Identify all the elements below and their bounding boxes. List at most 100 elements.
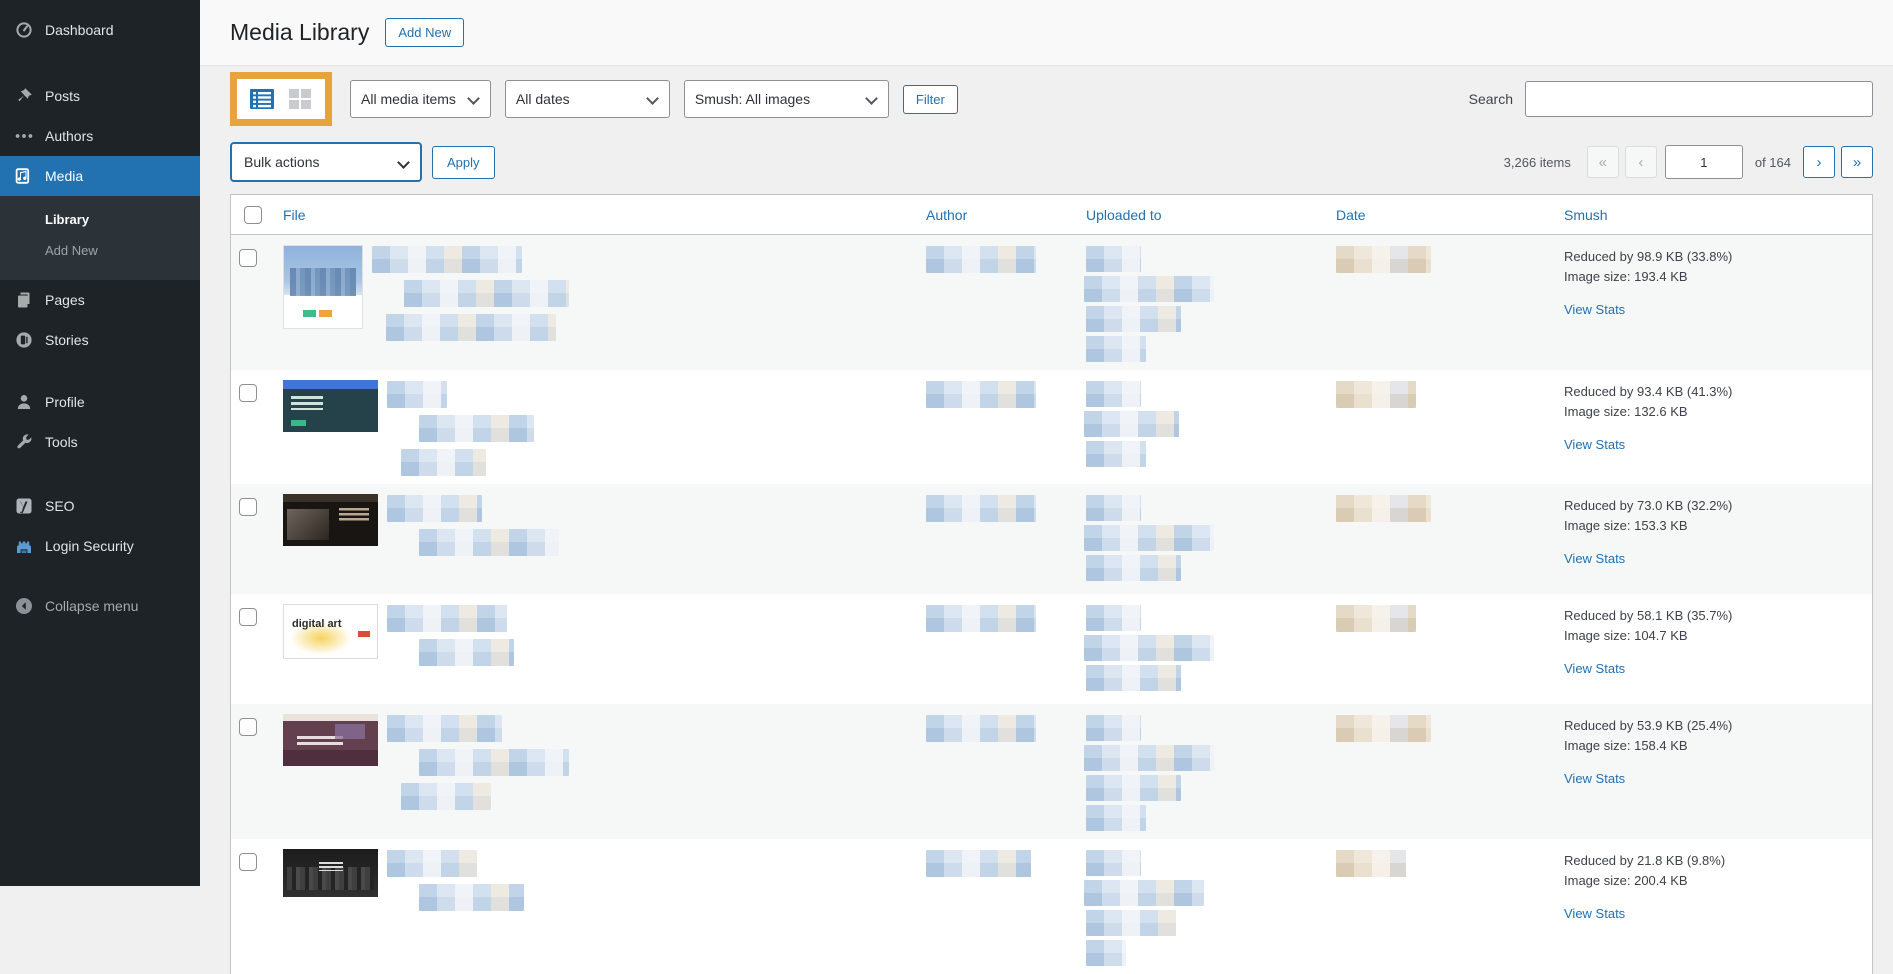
media-thumbnail[interactable] (283, 380, 378, 432)
redacted-date (1336, 381, 1416, 408)
sidebar-item-tools[interactable]: Tools (0, 422, 200, 462)
list-view-button[interactable] (249, 87, 275, 111)
smush-size-text: Image size: 153.3 KB (1564, 518, 1688, 533)
redacted-uploaded-to (1078, 849, 1328, 966)
date-filter-select[interactable]: All dates (504, 80, 670, 118)
grid-view-button[interactable] (287, 87, 313, 111)
table-header-row: File Author Uploaded to Date Smush (231, 195, 1872, 235)
column-header-file[interactable]: File (275, 207, 918, 223)
sidebar-item-collapse[interactable]: Collapse menu (0, 586, 200, 626)
redacted-text-block (1084, 411, 1179, 437)
sidebar-item-label: Media (45, 168, 84, 184)
sidebar-item-dashboard[interactable]: Dashboard (0, 10, 200, 50)
chevron-down-icon (467, 92, 480, 105)
sidebar-item-label: Stories (45, 332, 89, 348)
redacted-author (926, 850, 1031, 877)
media-thumbnail[interactable] (283, 494, 378, 546)
redacted-uploaded-to (1078, 714, 1328, 831)
column-header-author[interactable]: Author (918, 207, 1078, 223)
sidebar-item-posts[interactable]: Posts (0, 76, 200, 116)
sidebar-item-label: Login Security (45, 538, 134, 554)
filter-button[interactable]: Filter (902, 84, 958, 114)
ellipsis-icon (14, 126, 34, 146)
media-thumbnail[interactable] (283, 245, 363, 329)
row-checkbox[interactable] (239, 498, 257, 516)
view-stats-link[interactable]: View Stats (1564, 549, 1625, 569)
row-checkbox[interactable] (239, 853, 257, 871)
view-stats-link[interactable]: View Stats (1564, 300, 1625, 320)
redacted-text-block (387, 715, 502, 742)
row-checkbox[interactable] (239, 608, 257, 626)
thumbnail-text (283, 714, 378, 727)
smush-size-text: Image size: 158.4 KB (1564, 738, 1688, 753)
smush-filter-select[interactable]: Smush: All images (683, 80, 889, 118)
column-header-uploaded-to[interactable]: Uploaded to (1078, 207, 1328, 223)
apply-button[interactable]: Apply (432, 145, 495, 179)
view-stats-link[interactable]: View Stats (1564, 769, 1625, 789)
main-content: Media Library Add New All media items Al… (200, 0, 1893, 974)
fortress-icon (14, 536, 34, 556)
submenu-item-add-new[interactable]: Add New (0, 235, 200, 266)
media-thumbnail[interactable]: digital art (283, 604, 378, 659)
first-page-button[interactable]: « (1586, 146, 1619, 178)
view-stats-link[interactable]: View Stats (1564, 904, 1625, 924)
next-page-button[interactable]: › (1803, 146, 1835, 178)
redacted-author (926, 605, 1036, 632)
sidebar-item-authors[interactable]: Authors (0, 116, 200, 156)
redacted-author (926, 715, 1036, 742)
redacted-text-block (1086, 336, 1146, 362)
sidebar-item-seo[interactable]: SEO (0, 486, 200, 526)
current-page-input[interactable] (1664, 145, 1743, 179)
search-input[interactable] (1525, 81, 1873, 117)
sidebar-item-profile[interactable]: Profile (0, 382, 200, 422)
redacted-text-block (1086, 805, 1146, 831)
sidebar-item-pages[interactable]: Pages (0, 280, 200, 320)
sidebar-item-media[interactable]: Media (0, 156, 200, 196)
sidebar-item-label: Collapse menu (45, 598, 139, 614)
redacted-text-block (419, 884, 524, 911)
redacted-text-block (1084, 880, 1204, 906)
row-checkbox[interactable] (239, 718, 257, 736)
thumbnail-text (284, 246, 362, 259)
sidebar-item-stories[interactable]: Stories (0, 320, 200, 360)
last-page-button[interactable]: » (1841, 146, 1873, 178)
table-row: digital art Reduced by 58.1 KB (35.7%) I… (231, 594, 1872, 704)
redacted-text-block (419, 639, 514, 666)
media-thumbnail[interactable] (283, 849, 378, 897)
collapse-icon (14, 596, 34, 616)
media-type-filter-select[interactable]: All media items (350, 80, 491, 118)
media-type-filter-value: All media items (361, 91, 456, 107)
smush-size-text: Image size: 193.4 KB (1564, 269, 1688, 284)
prev-page-button[interactable]: ‹ (1624, 146, 1657, 178)
redacted-text-block (372, 246, 522, 273)
view-stats-link[interactable]: View Stats (1564, 659, 1625, 679)
column-header-smush[interactable]: Smush (1556, 207, 1872, 223)
annotation-highlight-box (230, 72, 332, 126)
sidebar-item-label: Dashboard (45, 22, 114, 38)
redacted-filename (387, 380, 534, 476)
submenu-item-library[interactable]: Library (0, 204, 200, 235)
redacted-date (1336, 495, 1431, 522)
media-thumbnail[interactable] (283, 714, 378, 766)
smush-reduced-text: Reduced by 98.9 KB (33.8%) (1564, 249, 1733, 264)
redacted-text-block (386, 314, 556, 341)
bulk-actions-select[interactable]: Bulk actions (230, 142, 422, 182)
add-new-button[interactable]: Add New (385, 18, 465, 47)
table-row: Reduced by 21.8 KB (9.8%) Image size: 20… (231, 839, 1872, 974)
row-checkbox[interactable] (239, 384, 257, 402)
chevron-down-icon (397, 156, 410, 169)
redacted-text-block (387, 495, 482, 522)
redacted-text-block (1086, 495, 1141, 521)
redacted-uploaded-to (1078, 245, 1328, 362)
redacted-text-block (401, 783, 491, 810)
redacted-text-block (1086, 246, 1141, 272)
sidebar-item-login-security[interactable]: Login Security (0, 526, 200, 566)
row-checkbox[interactable] (239, 249, 257, 267)
redacted-text-block (419, 529, 559, 556)
column-header-date[interactable]: Date (1328, 207, 1556, 223)
view-stats-link[interactable]: View Stats (1564, 435, 1625, 455)
page-header: Media Library Add New (200, 0, 1893, 66)
redacted-text-block (1086, 715, 1141, 741)
user-icon (14, 392, 34, 412)
select-all-checkbox[interactable] (244, 205, 262, 224)
